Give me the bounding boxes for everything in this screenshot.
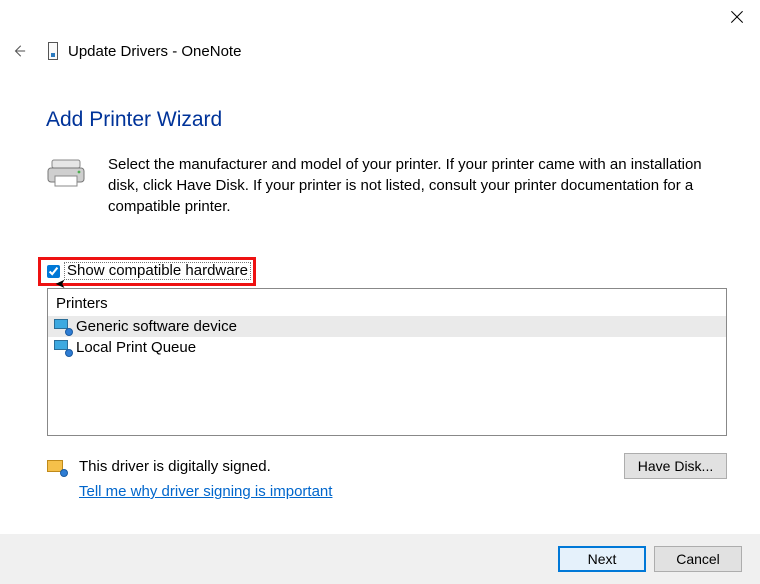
- have-disk-button[interactable]: Have Disk...: [624, 453, 727, 479]
- wizard-description-row: Select the manufacturer and model of you…: [46, 154, 730, 217]
- show-compatible-hardware[interactable]: Show compatible hardware: [47, 261, 251, 281]
- show-compatible-label: Show compatible hardware: [64, 262, 251, 281]
- driver-signing-row: This driver is digitally signed. Tell me…: [47, 458, 332, 500]
- wizard-title: Add Printer Wizard: [46, 108, 222, 132]
- driver-signing-status: This driver is digitally signed.: [79, 458, 332, 475]
- printers-list-header: Printers: [48, 289, 726, 316]
- footer: Next Cancel: [0, 533, 760, 584]
- printers-list-panel: Printers Generic software device Local P…: [47, 288, 727, 436]
- device-icon: [48, 42, 58, 60]
- header: Update Drivers - OneNote: [12, 42, 748, 60]
- list-item[interactable]: Generic software device: [48, 316, 726, 337]
- window-title: Update Drivers - OneNote: [68, 43, 241, 60]
- next-button[interactable]: Next: [558, 546, 646, 572]
- cancel-button[interactable]: Cancel: [654, 546, 742, 572]
- printer-list-icon: [54, 319, 72, 335]
- printer-icon: [46, 158, 86, 217]
- list-item[interactable]: Local Print Queue: [48, 337, 726, 358]
- wizard-description: Select the manufacturer and model of you…: [108, 154, 730, 217]
- list-item-label: Generic software device: [76, 318, 237, 335]
- window-title-prefix: Update Drivers: [68, 43, 168, 60]
- printer-list-icon: [54, 340, 72, 356]
- cert-icon: [47, 460, 67, 476]
- close-icon[interactable]: [728, 8, 746, 26]
- list-item-label: Local Print Queue: [76, 339, 196, 356]
- window-title-subject: OneNote: [181, 43, 241, 60]
- back-arrow-icon[interactable]: [12, 44, 26, 58]
- driver-signing-link[interactable]: Tell me why driver signing is important: [79, 483, 332, 500]
